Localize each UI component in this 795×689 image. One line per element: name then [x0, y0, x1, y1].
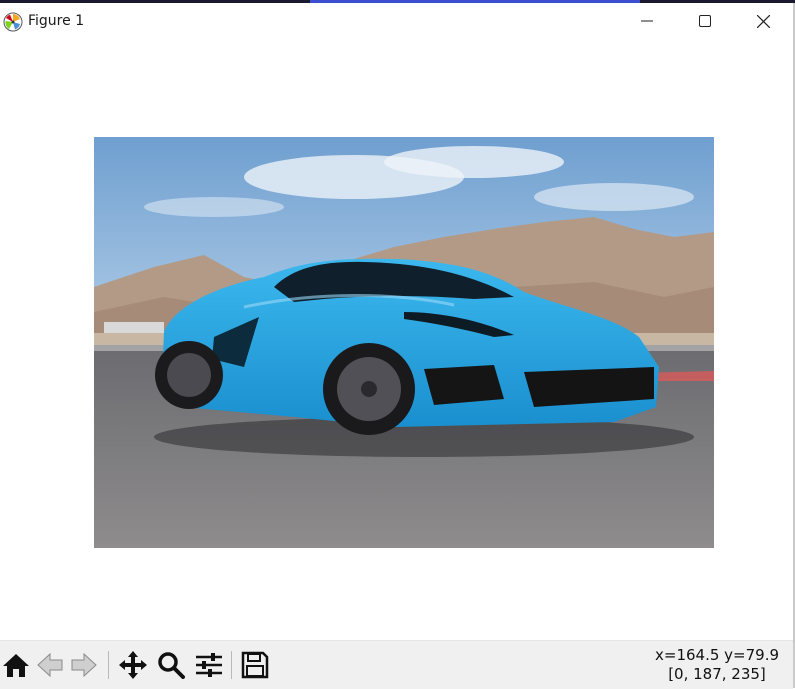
toolbar-separator — [108, 651, 109, 679]
figure-canvas[interactable] — [0, 39, 793, 640]
forward-button[interactable] — [68, 649, 100, 681]
configure-subplots-button[interactable] — [193, 649, 225, 681]
arrow-left-icon — [37, 652, 63, 678]
zoom-button[interactable] — [155, 649, 187, 681]
pan-button[interactable] — [117, 649, 149, 681]
minimize-button[interactable] — [618, 3, 676, 39]
home-button[interactable] — [0, 649, 32, 681]
window-title: Figure 1 — [28, 13, 85, 29]
cursor-xy: x=164.5 y=79.9 — [655, 646, 779, 664]
close-icon — [756, 14, 770, 28]
save-icon — [241, 651, 269, 679]
matplotlib-icon — [3, 12, 23, 32]
arrow-right-icon — [71, 652, 97, 678]
cursor-readout: x=164.5 y=79.9 [0, 187, 235] — [655, 646, 779, 684]
maximize-button[interactable] — [676, 3, 734, 39]
zoom-icon — [158, 652, 185, 679]
save-button[interactable] — [239, 649, 271, 681]
home-icon — [3, 654, 29, 677]
cursor-rgb: [0, 187, 235] — [668, 665, 766, 683]
maximize-icon — [699, 15, 711, 27]
figure-window: Figure 1 x=164.5 y=79.9 [0, 187, 235] — [0, 3, 795, 689]
move-icon — [119, 651, 147, 679]
sliders-icon — [196, 653, 222, 677]
back-button[interactable] — [34, 649, 66, 681]
axes-image[interactable] — [94, 137, 714, 548]
toolbar-separator — [231, 651, 232, 679]
minimize-icon — [641, 20, 653, 22]
car-photo — [94, 137, 714, 548]
title-bar[interactable]: Figure 1 — [0, 3, 793, 39]
close-button[interactable] — [734, 3, 792, 39]
navigation-toolbar: x=164.5 y=79.9 [0, 187, 235] — [0, 640, 793, 689]
